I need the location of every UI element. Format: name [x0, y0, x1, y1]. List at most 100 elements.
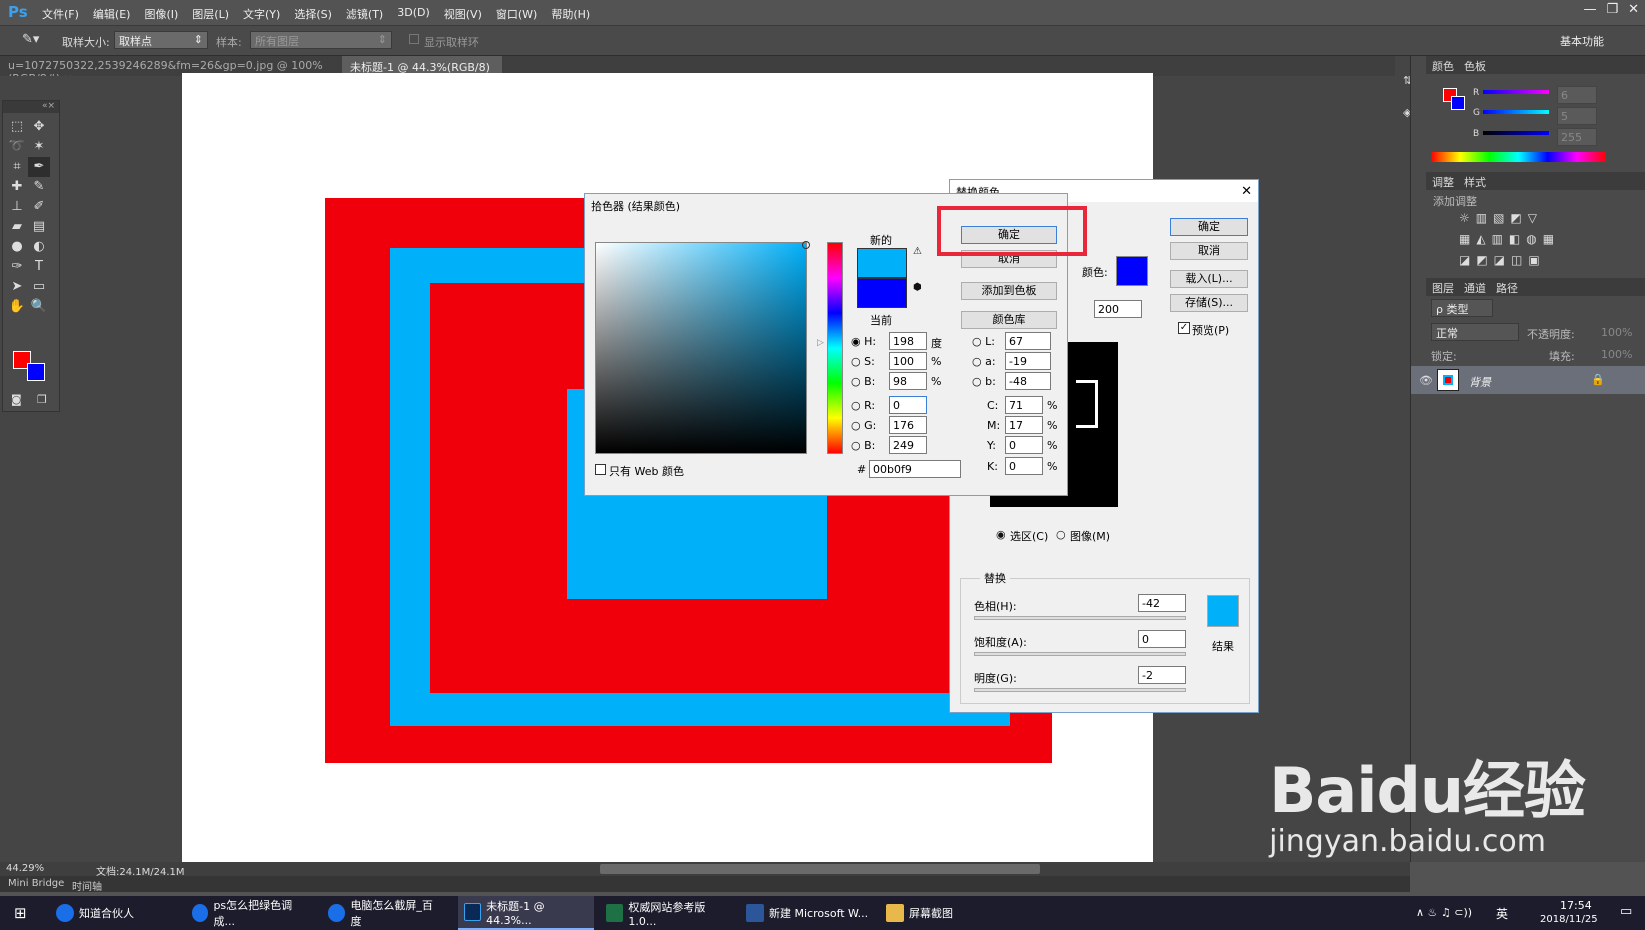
saturation-brightness-field[interactable]: [595, 241, 810, 454]
replace-ok-button[interactable]: 确定: [1170, 218, 1248, 236]
task-folder[interactable]: 屏幕截图: [880, 896, 1016, 930]
lightness-slider[interactable]: [974, 688, 1186, 692]
color-bg-swatch[interactable]: [1451, 96, 1465, 110]
b-radio[interactable]: ○ B:: [851, 375, 875, 388]
tray-icons[interactable]: ∧ ♨ ♫ ⊂)): [1416, 906, 1472, 919]
tab-layers[interactable]: 图层: [1432, 280, 1454, 295]
menu-3d[interactable]: 3D(D): [397, 6, 430, 22]
color-ramp[interactable]: [1431, 152, 1606, 162]
eyedropper-tool-icon[interactable]: ✒: [28, 157, 50, 177]
saturation-slider[interactable]: [974, 652, 1186, 656]
shape-icon[interactable]: ▭: [28, 277, 50, 297]
marquee-icon[interactable]: ⬚: [6, 117, 28, 137]
current-color-swatch[interactable]: [857, 278, 907, 308]
tab-color[interactable]: 颜色: [1432, 58, 1454, 73]
image-radio[interactable]: ○: [1056, 528, 1066, 541]
b-slider[interactable]: [1483, 131, 1549, 135]
adjustment-icons[interactable]: ☼▥▧◩▽ ▦◭▥◧◍▦ ◪◩◪◫▣: [1459, 208, 1609, 271]
lightness-input[interactable]: -2: [1138, 666, 1186, 684]
minimize-button[interactable]: —: [1583, 2, 1596, 17]
menu-image[interactable]: 图像(I): [144, 6, 178, 22]
clock-time[interactable]: 17:54: [1560, 899, 1592, 912]
add-to-swatches-button[interactable]: 添加到色板: [961, 282, 1057, 300]
task-word[interactable]: 新建 Microsoft W...: [740, 896, 876, 930]
sample-select[interactable]: 所有图层 ⇕: [250, 31, 392, 49]
healing-icon[interactable]: ✚: [6, 177, 28, 197]
quick-mask-icon[interactable]: ◙: [11, 393, 22, 406]
eraser-icon[interactable]: ▰: [6, 217, 28, 237]
replace-cancel-button[interactable]: 取消: [1170, 242, 1248, 260]
saturation-input[interactable]: 0: [1138, 630, 1186, 648]
blue-input[interactable]: 249: [889, 436, 927, 454]
menu-window[interactable]: 窗口(W): [496, 6, 537, 22]
k-input[interactable]: 0: [1005, 457, 1043, 475]
layer-row[interactable]: 👁 背景 🔒: [1411, 366, 1645, 394]
background-color-swatch[interactable]: [27, 363, 45, 381]
opacity-value[interactable]: 100%: [1601, 326, 1632, 339]
color-libraries-button[interactable]: 颜色库: [961, 311, 1057, 329]
zoom-level[interactable]: 44.29%: [6, 863, 44, 874]
zoom-icon[interactable]: 🔍: [28, 297, 50, 317]
type-icon[interactable]: T: [28, 257, 50, 277]
lab-l-input[interactable]: 67: [1005, 332, 1051, 350]
menu-type[interactable]: 文字(Y): [243, 6, 280, 22]
save-button[interactable]: 存储(S)...: [1170, 294, 1248, 312]
hue-strip[interactable]: [827, 242, 843, 454]
load-button[interactable]: 载入(L)...: [1170, 270, 1248, 288]
blur-icon[interactable]: ●: [6, 237, 28, 257]
s-input[interactable]: 100: [889, 352, 927, 370]
history-brush-icon[interactable]: ✐: [28, 197, 50, 217]
fill-value[interactable]: 100%: [1601, 348, 1632, 361]
blend-mode-select[interactable]: 正常: [1431, 323, 1519, 341]
g-slider[interactable]: [1483, 110, 1549, 114]
hue-input[interactable]: -42: [1138, 594, 1186, 612]
g-radio[interactable]: ○ G:: [851, 419, 876, 432]
task-screenshot-search[interactable]: 电脑怎么截屏_百度: [322, 896, 447, 930]
b-input[interactable]: 98: [889, 372, 927, 390]
menu-layer[interactable]: 图层(L): [192, 6, 229, 22]
tab-swatches[interactable]: 色板: [1464, 58, 1486, 73]
b-value[interactable]: 255: [1557, 128, 1597, 146]
m-input[interactable]: 17: [1005, 416, 1043, 434]
close-icon[interactable]: ✕: [1241, 184, 1252, 199]
r-input[interactable]: 0: [889, 396, 927, 414]
hand-icon[interactable]: ✋: [6, 297, 28, 317]
ime-indicator[interactable]: 英: [1496, 905, 1508, 922]
horizontal-scrollbar[interactable]: [600, 864, 1040, 874]
notification-icon[interactable]: ▭: [1620, 904, 1632, 919]
g-input[interactable]: 176: [889, 416, 927, 434]
menu-select[interactable]: 选择(S): [294, 6, 332, 22]
r-slider[interactable]: [1483, 90, 1549, 94]
tab-adjustments[interactable]: 调整: [1432, 174, 1454, 189]
gamut-warning-icon[interactable]: ⚠: [913, 246, 922, 257]
hue-slider[interactable]: [974, 616, 1186, 620]
y-input[interactable]: 0: [1005, 436, 1043, 454]
lasso-icon[interactable]: ➰: [6, 137, 28, 157]
web-cube-icon[interactable]: ⬢: [913, 282, 922, 293]
lab-l-radio[interactable]: ○ L:: [972, 335, 995, 348]
workspace-select[interactable]: 基本功能: [1555, 31, 1641, 49]
clock-date[interactable]: 2018/11/25: [1540, 914, 1598, 925]
crop-icon[interactable]: ⌗: [6, 157, 28, 177]
result-swatch[interactable]: [1207, 595, 1239, 627]
move-icon[interactable]: ✥: [28, 117, 50, 137]
eye-icon[interactable]: 👁: [1419, 374, 1433, 387]
s-radio[interactable]: ○ S:: [851, 355, 875, 368]
sample-size-select[interactable]: 取样点 ⇕: [114, 31, 208, 49]
restore-button[interactable]: ❐: [1606, 2, 1618, 17]
menu-file[interactable]: 文件(F): [42, 6, 79, 22]
task-ps-question[interactable]: ps怎么把绿色调成...: [186, 896, 311, 930]
task-photoshop[interactable]: 未标题-1 @ 44.3%...: [458, 896, 594, 930]
layer-kind-select[interactable]: ρ 类型: [1431, 299, 1493, 317]
windows-start-icon[interactable]: ⊞: [14, 904, 27, 922]
h-radio[interactable]: ◉ H:: [851, 335, 876, 348]
lab-b-input[interactable]: -48: [1005, 372, 1051, 390]
show-ring-checkbox[interactable]: [409, 34, 419, 44]
tab-channels[interactable]: 通道: [1464, 280, 1486, 295]
menu-help[interactable]: 帮助(H): [551, 6, 590, 22]
dodge-icon[interactable]: ◐: [28, 237, 50, 257]
path-select-icon[interactable]: ➤: [6, 277, 28, 297]
magic-wand-icon[interactable]: ✶: [28, 137, 50, 157]
sample-color-swatch[interactable]: [1116, 256, 1148, 286]
c-input[interactable]: 71: [1005, 396, 1043, 414]
